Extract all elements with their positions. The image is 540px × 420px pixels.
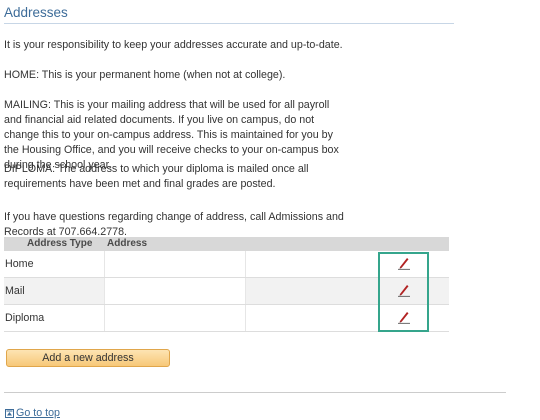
info-home: HOME: This is your permanent home (when …: [4, 69, 286, 81]
info-contact: If you have questions regarding change o…: [4, 211, 344, 238]
address-type-cell: Home: [5, 258, 34, 270]
column-header-address-type: Address Type: [27, 238, 93, 249]
page-title: Addresses: [4, 5, 68, 20]
address-cell: [104, 278, 246, 304]
title-divider: [4, 23, 454, 24]
info-responsibility: It is your responsibility to keep your a…: [4, 39, 343, 51]
address-cell: [104, 305, 246, 331]
arrow-up-icon: [5, 408, 14, 418]
info-diploma: DIPLOMA: The address to which your diplo…: [4, 163, 309, 190]
add-new-address-button[interactable]: Add a new address: [6, 349, 170, 367]
address-type-cell: Diploma: [5, 312, 45, 324]
edit-column-highlight: [378, 252, 429, 332]
address-type-cell: Mail: [5, 285, 25, 297]
address-cell: [104, 251, 246, 277]
address-table-header: Address Type Address: [4, 237, 449, 251]
go-to-top-label[interactable]: Go to top: [16, 407, 60, 419]
column-header-address: Address: [107, 238, 148, 249]
bottom-divider: [4, 392, 506, 393]
